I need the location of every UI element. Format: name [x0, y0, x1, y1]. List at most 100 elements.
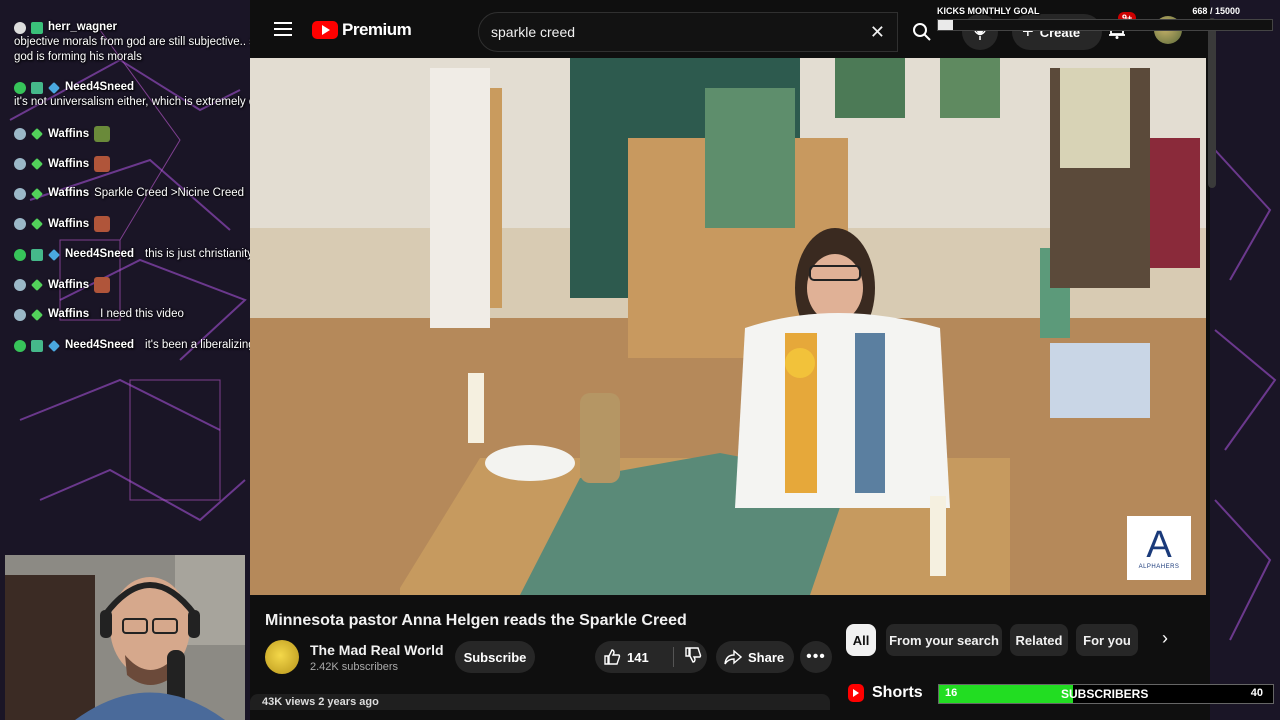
channel-watermark[interactable]: A ALPHAHERS [1127, 516, 1191, 580]
sword-badge-icon [48, 248, 60, 261]
diamond-badge-icon [31, 128, 43, 140]
goal-label: KICKS MONTHLY GOAL [937, 6, 1040, 16]
chip-from-your-search[interactable]: From your search [886, 624, 1002, 656]
emote-icon [94, 216, 111, 232]
grid-badge-icon [31, 81, 43, 94]
chat-username[interactable]: Waffins [48, 157, 89, 172]
chat-username[interactable]: Waffins [48, 307, 89, 322]
chat-username[interactable]: Need4Sneed [65, 80, 134, 95]
stream-layout: herr_wagner objective morals from god ar… [0, 0, 1280, 720]
subscribers-progress-widget: 16 SUBSCRIBERS 40 [938, 684, 1274, 704]
emote-icon [94, 277, 111, 293]
chat-username[interactable]: Need4Sneed [65, 247, 134, 262]
chat-username[interactable]: Waffins [48, 186, 89, 201]
shorts-section-header: Shorts [848, 684, 923, 702]
goal-max: 15000 [1214, 6, 1240, 16]
share-label: Share [748, 649, 785, 665]
chat-username[interactable]: Waffins [48, 127, 89, 142]
chip-related[interactable]: Related [1010, 624, 1068, 656]
sword-badge-icon [48, 339, 60, 352]
youtube-window: Premium sparkle creed ✕ + Create 9+ A AL… [250, 0, 1210, 710]
thumbs-up-icon [604, 649, 621, 665]
chat-text: Sparkle Creed >Nicine Creed [94, 187, 245, 199]
channel-name[interactable]: The Mad Real World [310, 642, 444, 658]
chat-message: Waffins [14, 156, 111, 172]
video-player[interactable]: A ALPHAHERS [250, 58, 1206, 595]
globe-badge-icon [14, 187, 26, 200]
globe-badge-icon [14, 158, 26, 170]
subscribers-label: SUBSCRIBERS [1061, 687, 1149, 701]
video-title: Minnesota pastor Anna Helgen reads the S… [265, 612, 687, 629]
watermark-letter: A [1146, 524, 1172, 566]
diamond-badge-icon [31, 158, 43, 170]
smiley-badge-icon [14, 21, 26, 34]
subscribe-button[interactable]: Subscribe [455, 641, 535, 673]
chip-all[interactable]: All [846, 624, 876, 656]
chat-username[interactable]: Waffins [48, 278, 89, 293]
goal-progress-track [937, 19, 1273, 31]
chat-message: Need4Sneed this is just christianity [14, 247, 253, 262]
globe-badge-icon [14, 279, 26, 291]
emote-icon [94, 126, 111, 142]
subscribers-target: 40 [1250, 687, 1263, 699]
chat-username[interactable]: Need4Sneed [65, 338, 134, 353]
watermark-text: ALPHAHERS [1138, 564, 1180, 570]
search-box[interactable]: sparkle creed ✕ [478, 12, 898, 52]
shorts-icon [848, 684, 864, 702]
goal-progress-fill [938, 20, 954, 30]
grid-badge-icon [31, 21, 43, 34]
like-count: 141 [627, 649, 649, 665]
emote-icon [94, 156, 111, 172]
chip-next-icon[interactable]: › [1162, 628, 1168, 649]
chat-username[interactable]: herr_wagner [48, 20, 117, 35]
dislike-button[interactable] [684, 646, 702, 669]
channel-avatar[interactable] [265, 640, 299, 674]
youtube-logo[interactable]: Premium [312, 20, 412, 40]
chat-text: I need this video [100, 308, 184, 320]
clear-search-icon[interactable]: ✕ [870, 22, 885, 43]
chip-for-you[interactable]: For you [1076, 624, 1138, 656]
sword-badge-icon [48, 81, 60, 94]
search-input[interactable]: sparkle creed [491, 24, 575, 40]
grid-badge-icon [31, 248, 43, 261]
divider [673, 647, 674, 667]
diamond-badge-icon [31, 279, 43, 291]
scrollbar[interactable] [1208, 18, 1216, 188]
shorts-label: Shorts [872, 684, 923, 701]
menu-icon[interactable] [274, 22, 292, 36]
green-circle-badge-icon [14, 248, 26, 261]
description-box[interactable]: 43K views 2 years ago [250, 694, 830, 710]
subscribers-current: 16 [945, 687, 958, 699]
monthly-goal-widget: KICKS MONTHLY GOAL 668 / 15000 [934, 5, 1276, 33]
like-button[interactable]: 141 [603, 648, 673, 666]
chat-username[interactable]: Waffins [48, 217, 89, 232]
video-frame-illustration [250, 58, 1206, 595]
logo-text: Premium [342, 20, 412, 39]
subscriber-count: 2.42K subscribers [310, 661, 399, 673]
chat-message: Waffins [14, 216, 111, 232]
goal-current: 668 [1192, 6, 1208, 16]
diamond-badge-icon [31, 187, 43, 200]
globe-badge-icon [14, 308, 26, 321]
green-circle-badge-icon [14, 339, 26, 352]
youtube-play-icon [312, 21, 338, 39]
subscribe-label: Subscribe [463, 649, 527, 665]
share-button[interactable]: Share [716, 641, 794, 673]
webcam-feed [5, 555, 245, 720]
grid-badge-icon [31, 339, 43, 352]
chat-text: this is just christianity [145, 248, 254, 260]
subscribers-progress-fill [939, 685, 1073, 703]
chat-message: Waffins I need this video [14, 307, 184, 322]
diamond-badge-icon [31, 218, 43, 230]
views-line: 43K views 2 years ago [262, 696, 379, 708]
diamond-badge-icon [31, 308, 43, 321]
chat-message: Waffins [14, 277, 111, 293]
goal-count: 668 / 15000 [1192, 6, 1240, 16]
chat-message: Waffins Sparkle Creed >Nicine Creed [14, 186, 244, 201]
streamer-illustration [5, 555, 245, 720]
more-icon: ••• [806, 648, 826, 665]
more-actions-button[interactable]: ••• [800, 641, 832, 673]
search-icon [913, 23, 931, 41]
globe-badge-icon [14, 128, 26, 140]
like-dislike-group: 141 [595, 641, 707, 673]
